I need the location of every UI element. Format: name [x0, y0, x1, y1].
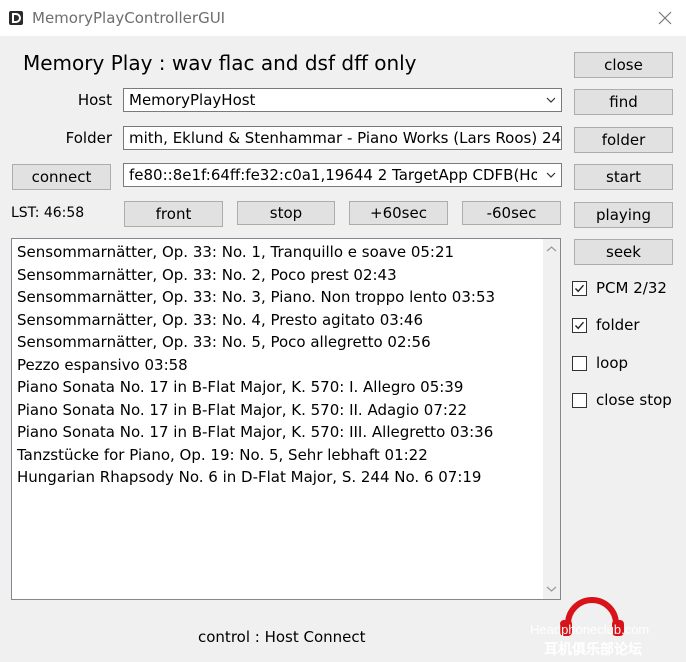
plus-60sec-button[interactable]: +60sec [349, 201, 448, 225]
status-text: control : Host Connect [198, 628, 366, 646]
connect-button[interactable]: connect [12, 164, 111, 190]
close-button[interactable]: close [574, 52, 673, 78]
target-select[interactable]: fe80::8e1f:64ff:fe32:c0a1,19644 2 Target… [123, 163, 562, 187]
list-item[interactable]: Tanzstücke for Piano, Op. 19: No. 5, Seh… [17, 444, 495, 467]
scroll-down-icon[interactable] [546, 585, 557, 593]
host-select[interactable]: MemoryPlayHost [123, 88, 562, 112]
find-button[interactable]: find [574, 89, 673, 115]
check-icon [574, 284, 585, 293]
checkbox-label: close stop [596, 391, 672, 409]
watermark-line2: 耳机俱乐部论坛 [544, 641, 642, 658]
checkbox-box[interactable] [572, 281, 587, 296]
checkbox-box[interactable] [572, 393, 587, 408]
list-item[interactable]: Sensommarnätter, Op. 33: No. 2, Poco pre… [17, 264, 495, 287]
window-close-icon[interactable] [656, 9, 674, 27]
host-select-value: MemoryPlayHost [129, 91, 256, 109]
folder-button[interactable]: folder [574, 127, 673, 153]
chevron-down-icon [546, 172, 556, 178]
chevron-down-icon [546, 97, 556, 103]
track-list-items: Sensommarnätter, Op. 33: No. 1, Tranquil… [17, 241, 495, 489]
playing-button[interactable]: playing [574, 202, 673, 228]
start-button[interactable]: start [574, 164, 673, 190]
seek-button[interactable]: seek [574, 239, 673, 265]
list-item[interactable]: Pezzo espansivo 03:58 [17, 354, 495, 377]
list-item[interactable]: Hungarian Rhapsody No. 6 in D-Flat Major… [17, 466, 495, 489]
checkbox-label: folder [596, 316, 640, 334]
list-item[interactable]: Piano Sonata No. 17 in B-Flat Major, K. … [17, 376, 495, 399]
track-list[interactable]: Sensommarnätter, Op. 33: No. 1, Tranquil… [11, 238, 561, 600]
folder-label: Folder [65, 129, 112, 147]
check-icon [574, 321, 585, 330]
list-item[interactable]: Piano Sonata No. 17 in B-Flat Major, K. … [17, 421, 495, 444]
scroll-up-icon[interactable] [546, 245, 557, 253]
list-item[interactable]: Sensommarnätter, Op. 33: No. 4, Presto a… [17, 309, 495, 332]
checkbox-label: loop [596, 354, 629, 372]
stop-button[interactable]: stop [237, 201, 335, 225]
app-icon [9, 11, 23, 25]
folder-field[interactable]: mith, Eklund & Stenhammar - Piano Works … [123, 126, 562, 150]
window-title: MemoryPlayControllerGUI [32, 9, 226, 27]
vertical-scrollbar[interactable] [543, 239, 560, 599]
title-bar: MemoryPlayControllerGUI [0, 0, 686, 36]
minus-60sec-button[interactable]: -60sec [462, 201, 561, 225]
host-label: Host [77, 91, 112, 109]
headphoneclub-watermark-logo: Headphoneclub.com 耳机俱乐部论坛 [530, 597, 649, 658]
watermark-line1: Headphoneclub.com [530, 622, 649, 637]
page-title: Memory Play : wav flac and dsf dff only [23, 51, 417, 75]
checkbox-box[interactable] [572, 356, 587, 371]
list-item[interactable]: Piano Sonata No. 17 in B-Flat Major, K. … [17, 399, 495, 422]
checkbox-label: PCM 2/32 [596, 279, 667, 297]
list-item[interactable]: Sensommarnätter, Op. 33: No. 1, Tranquil… [17, 241, 495, 264]
list-item[interactable]: Sensommarnätter, Op. 33: No. 3, Piano. N… [17, 286, 495, 309]
front-button[interactable]: front [124, 201, 223, 227]
list-item[interactable]: Sensommarnätter, Op. 33: No. 5, Poco all… [17, 331, 495, 354]
lst-time: LST: 46:58 [11, 205, 85, 221]
checkbox-box[interactable] [572, 318, 587, 333]
target-select-value: fe80::8e1f:64ff:fe32:c0a1,19644 2 Target… [129, 166, 537, 184]
